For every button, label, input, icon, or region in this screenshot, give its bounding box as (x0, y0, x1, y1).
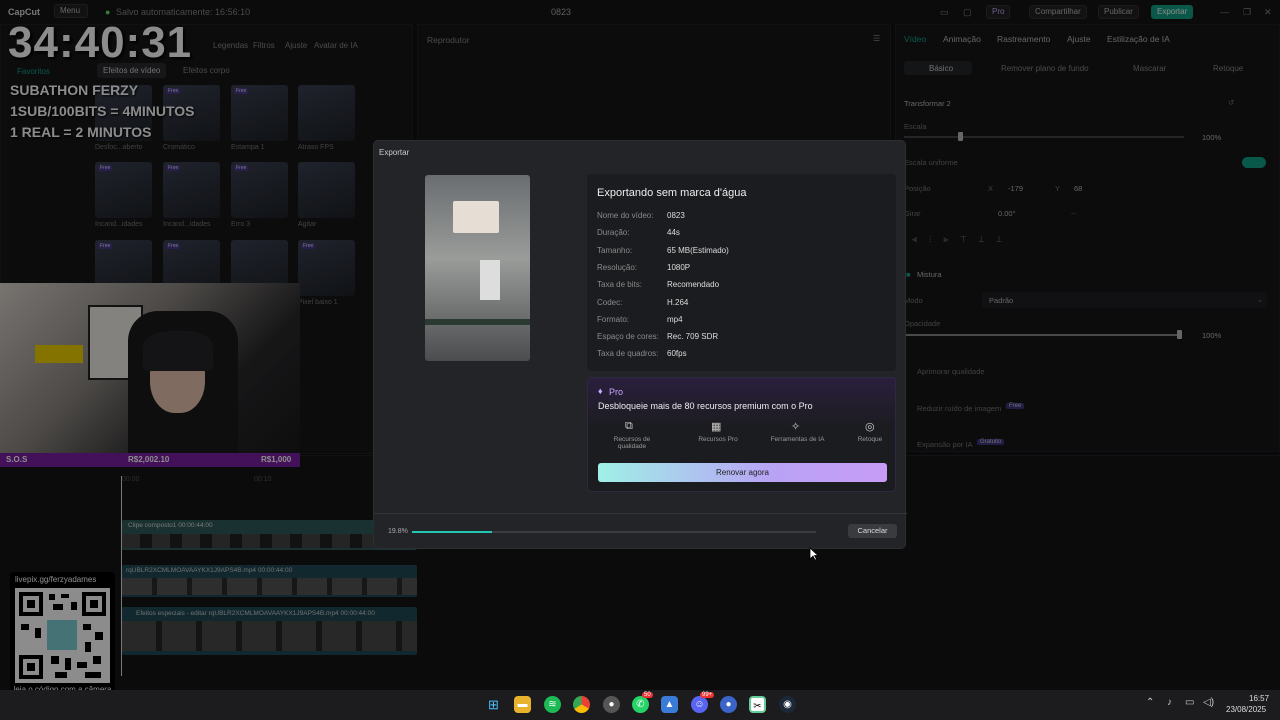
file-explorer-icon[interactable]: ▬ (514, 696, 531, 713)
video-preview (425, 175, 530, 361)
progress-fill (412, 531, 492, 533)
info-value: mp4 (667, 314, 683, 324)
info-value: 1080P (667, 262, 691, 272)
renew-button[interactable]: Renovar agora (598, 463, 887, 482)
info-key: Nome do vídeo: (597, 211, 654, 220)
pro-upsell-text: Desbloqueie mais de 80 recursos premium … (598, 401, 813, 411)
discord-icon[interactable]: ☺ (691, 696, 708, 713)
pro-upsell-card: ♦ Pro Desbloqueie mais de 80 recursos pr… (587, 377, 896, 492)
info-value: H.264 (667, 297, 689, 307)
dialog-title: Exportar (379, 148, 410, 157)
info-value: 44s (667, 228, 680, 238)
whatsapp-badge: 50 (642, 692, 653, 698)
app-icon[interactable]: ● (720, 696, 737, 713)
info-value: Rec. 709 SDR (667, 332, 719, 342)
volume-icon[interactable]: ◁) (1203, 697, 1214, 708)
preview-hud (425, 319, 530, 325)
photos-icon[interactable]: ▲ (661, 696, 678, 713)
windows-start-icon[interactable]: ⊞ (485, 696, 502, 713)
progress-text: 19.8% (388, 528, 408, 535)
info-key: Tamanho: (597, 245, 633, 255)
info-key: Espaço de cores: (597, 332, 659, 342)
info-value: 0823 (667, 211, 685, 220)
feature-pro: Recursos Pro (698, 436, 738, 443)
feature-retouch: Retoque (857, 436, 883, 443)
pro-diamond-icon: ♦ (598, 386, 603, 396)
microphone-icon[interactable]: ♪ (1167, 697, 1172, 708)
cancel-button[interactable]: Cancelar (848, 524, 897, 538)
network-icon[interactable]: ▭ (1185, 697, 1194, 708)
tray-chevron-icon[interactable]: ⌃ (1146, 697, 1154, 708)
info-key: Codec: (597, 297, 623, 307)
info-key: Duração: (597, 228, 630, 238)
capcut-taskbar-icon[interactable]: ✂ (749, 696, 766, 713)
export-info-card: Exportando sem marca d'água Nome do víde… (587, 174, 896, 371)
feature-quality: Recursos de qualidade (613, 436, 651, 450)
steam-icon[interactable]: ◉ (779, 696, 796, 713)
obs-icon[interactable]: ● (603, 696, 620, 713)
export-dialog: Exportar Exportando sem marca d'água Nom… (373, 140, 907, 549)
chrome-icon[interactable] (573, 696, 590, 713)
info-key: Formato: (597, 314, 630, 324)
retouch-icon: ◎ (865, 421, 875, 433)
clock-date[interactable]: 23/08/2025 (1226, 705, 1266, 714)
discord-badge: 99+ (700, 692, 715, 698)
info-key: Taxa de quadros: (597, 349, 659, 359)
magic-wand-icon: ✧ (791, 421, 801, 433)
clock-time[interactable]: 16:57 (1249, 694, 1269, 703)
mouse-cursor-icon (809, 547, 819, 561)
preview-door (480, 260, 500, 300)
preview-webcam (453, 201, 499, 233)
feature-ai-tools: Ferramentas de IA (770, 436, 825, 443)
info-value: 65 MB(Estimado) (667, 245, 729, 255)
dialog-divider (374, 513, 907, 514)
quality-icon: ⧉ (625, 420, 633, 432)
progress-track (412, 531, 816, 533)
pro-badge: Pro (609, 387, 624, 397)
export-heading: Exportando sem marca d'água (597, 187, 747, 199)
info-key: Taxa de bits: (597, 280, 642, 290)
info-key: Resolução: (597, 262, 638, 272)
whatsapp-icon[interactable]: ✆ (632, 696, 649, 713)
spotify-icon[interactable]: ≋ (544, 696, 561, 713)
grid-icon: ▦ (711, 421, 722, 433)
info-value: 60fps (667, 349, 687, 359)
info-value: Recomendado (667, 280, 720, 290)
